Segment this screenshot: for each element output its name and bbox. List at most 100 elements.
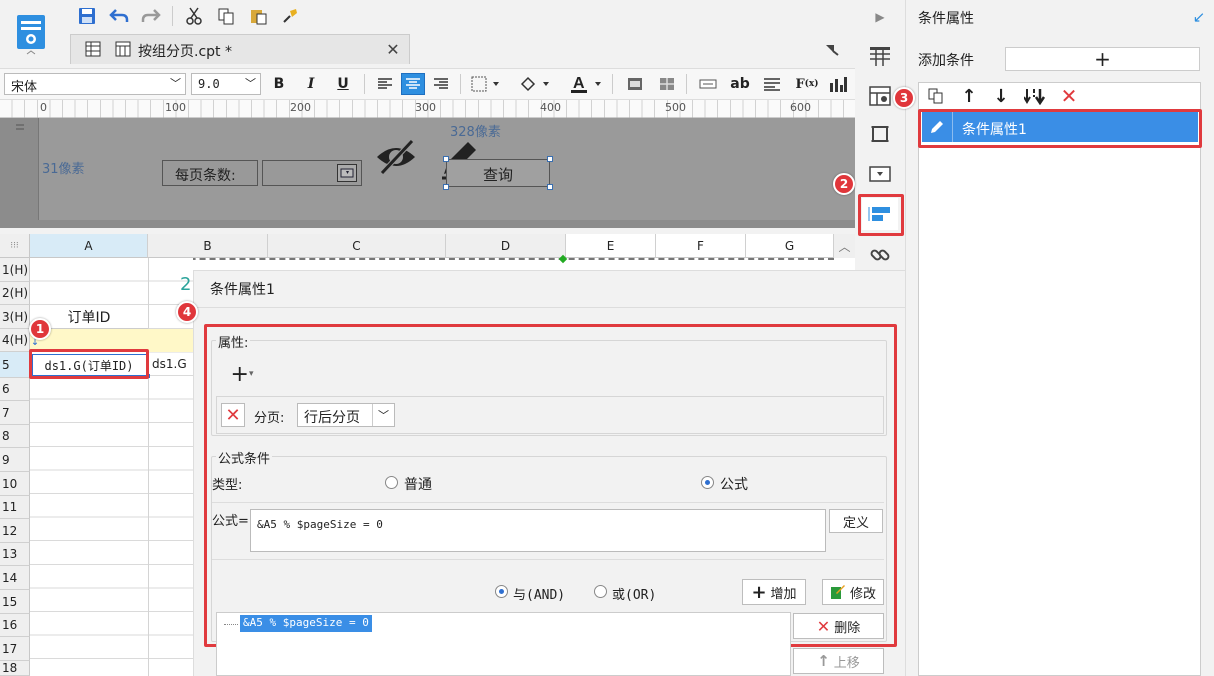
cell-b5[interactable]: ds1.G — [152, 357, 187, 371]
align-center-icon[interactable] — [401, 73, 425, 95]
merge-cell-icon[interactable] — [624, 74, 646, 94]
row-header[interactable]: 12 — [0, 519, 30, 543]
column-header-g[interactable]: G — [746, 234, 834, 258]
per-page-label-box[interactable]: 每页条数: — [162, 160, 258, 186]
border-icon[interactable] — [468, 74, 504, 94]
copy-condition-icon[interactable] — [925, 86, 947, 106]
per-page-combobox[interactable] — [262, 160, 362, 186]
modify-button[interactable]: 修改 — [822, 579, 884, 605]
tab-close-icon[interactable]: ✕ — [384, 40, 402, 59]
row-header[interactable]: 3(H) — [0, 305, 30, 329]
resize-handle[interactable] — [547, 184, 553, 190]
row-header[interactable]: 9 — [0, 448, 30, 472]
select-all-corner[interactable]: ⁝⁝⁝ — [0, 234, 30, 258]
unmerge-cell-icon[interactable] — [656, 74, 678, 94]
paste-icon[interactable] — [245, 4, 271, 28]
align-left-icon[interactable] — [374, 74, 396, 94]
row-header[interactable]: 1(H) — [0, 258, 30, 282]
page-break-select[interactable]: 行后分页 ﹀ — [297, 403, 395, 427]
expand-right-icon[interactable]: ▶ — [870, 7, 890, 27]
delete-button[interactable]: ✕ 删除 — [793, 613, 884, 639]
tab-title[interactable]: 按组分页.cpt * — [138, 41, 232, 61]
bold-icon[interactable]: B — [268, 74, 290, 94]
row-header[interactable]: 6 — [0, 378, 30, 401]
query-button[interactable]: 查询 — [446, 159, 550, 187]
column-header-b[interactable]: B — [148, 234, 268, 258]
row-header[interactable]: 17 — [0, 637, 30, 661]
tab-menu-icon[interactable] — [822, 40, 842, 58]
formula-icon[interactable]: F (x) — [794, 74, 820, 94]
radio-and[interactable] — [495, 585, 508, 598]
text-ab-icon[interactable]: ab — [728, 74, 752, 94]
radio-formula[interactable] — [701, 476, 714, 489]
add-property-button[interactable]: + ▾ — [224, 362, 260, 387]
cell-b2-fragment[interactable]: 2 — [180, 274, 191, 295]
move-down-icon[interactable]: ↓ — [990, 86, 1012, 107]
row-header[interactable]: 11 — [0, 496, 30, 519]
hyperlink-icon[interactable] — [864, 242, 896, 268]
add-condition-button[interactable]: + — [1005, 47, 1200, 71]
row-header[interactable]: 15 — [0, 590, 30, 614]
text-field-icon[interactable] — [696, 74, 720, 94]
cut-icon[interactable] — [181, 4, 207, 28]
font-color-icon[interactable]: A — [566, 73, 606, 95]
save-icon[interactable] — [74, 4, 100, 28]
redo-icon[interactable] — [138, 4, 164, 28]
move-up-icon[interactable]: ↑ — [958, 86, 980, 107]
condition-tree-item[interactable]: &A5 % $pageSize = 0 — [240, 615, 372, 632]
underline-icon[interactable]: U — [332, 74, 354, 94]
fill-color-icon[interactable] — [516, 74, 554, 94]
dropdown-widget-icon[interactable] — [864, 160, 896, 188]
font-size-select[interactable]: 9.0 ﹀ — [191, 73, 261, 95]
radio-formula-label[interactable]: 公式 — [720, 474, 748, 494]
radio-or[interactable] — [594, 585, 607, 598]
chart-icon[interactable] — [826, 74, 850, 94]
row-header[interactable]: 18 — [0, 661, 30, 676]
add-button[interactable]: + 增加 — [742, 579, 806, 605]
resize-handle[interactable] — [547, 156, 553, 162]
pane-collapse-icon[interactable] — [14, 122, 26, 132]
define-button[interactable]: 定义 — [829, 509, 883, 533]
italic-icon[interactable]: I — [300, 74, 322, 94]
font-family-select[interactable]: 宋体 ﹀ — [4, 73, 186, 95]
row-header[interactable]: 4(H) — [0, 329, 30, 352]
radio-or-label[interactable]: 或(OR) — [612, 584, 656, 603]
radio-normal[interactable] — [385, 476, 398, 489]
formula-input[interactable]: &A5 % $pageSize = 0 — [250, 509, 826, 552]
copy-icon[interactable] — [213, 4, 239, 28]
properties-section-label: 属性: — [216, 332, 251, 351]
richtext-icon[interactable] — [760, 74, 784, 94]
row-header[interactable]: 10 — [0, 472, 30, 496]
hidden-eye-icon[interactable] — [374, 134, 418, 180]
column-header-d[interactable]: D — [446, 234, 566, 258]
row-header[interactable]: 5 — [0, 352, 30, 378]
row-header[interactable]: 14 — [0, 566, 30, 590]
resize-handle[interactable] — [443, 184, 449, 190]
font-family-value: 宋体 — [11, 80, 38, 95]
panel-collapse-icon[interactable]: ↙ — [1190, 8, 1208, 26]
row-header[interactable]: 13 — [0, 543, 30, 566]
row-header[interactable]: 2(H) — [0, 282, 30, 305]
widget-frame-icon[interactable] — [864, 120, 896, 148]
column-header-f[interactable]: F — [656, 234, 746, 258]
align-right-icon[interactable] — [430, 74, 452, 94]
row-header[interactable]: 16 — [0, 614, 30, 637]
column-header-a[interactable]: A — [30, 234, 148, 258]
row-header[interactable]: 7 — [0, 401, 30, 425]
radio-normal-label[interactable]: 普通 — [404, 474, 432, 494]
move-bottom-icon[interactable] — [1022, 86, 1048, 106]
format-painter-icon[interactable] — [277, 4, 303, 28]
resize-handle[interactable] — [443, 156, 449, 162]
move-up-button[interactable]: ↑ 上移 — [793, 648, 884, 674]
undo-icon[interactable] — [106, 4, 132, 28]
column-header-e[interactable]: E — [566, 234, 656, 258]
cell-attr-icon[interactable] — [864, 82, 896, 110]
delete-condition-icon[interactable]: ✕ — [1058, 84, 1080, 108]
row-header[interactable]: 8 — [0, 425, 30, 448]
app-logo[interactable] — [6, 4, 56, 64]
radio-and-label[interactable]: 与(AND) — [513, 584, 565, 603]
cell-element-icon[interactable] — [864, 42, 896, 70]
chevron-up-icon[interactable]: ︿ — [834, 234, 855, 258]
column-header-c[interactable]: C — [268, 234, 446, 258]
remove-property-icon[interactable]: ✕ — [221, 403, 245, 427]
